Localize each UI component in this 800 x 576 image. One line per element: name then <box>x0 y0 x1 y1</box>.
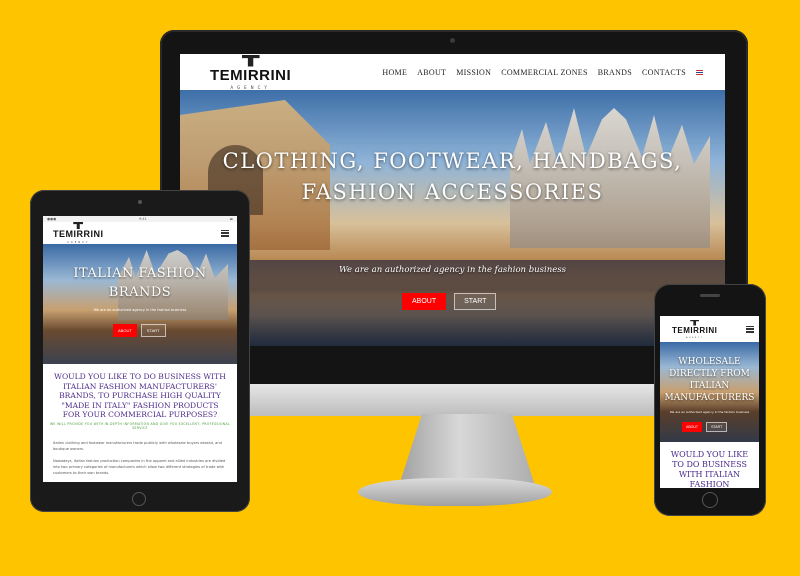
tablet-green-tagline: WE WILL PROVIDE YOU WITH IN-DEPTH INFORM… <box>49 421 231 430</box>
monitor-stand-base <box>358 478 552 506</box>
start-button[interactable]: START <box>706 422 728 432</box>
logo-t-icon <box>73 222 84 229</box>
tablet-screen: ●●● 9:41 ▬ TEMIRRINI AGENCY ITALIAN FASH… <box>43 216 237 482</box>
camera-dot <box>450 38 455 43</box>
phone-device: TEMIRRINI AGENCY WHOLESALE DIRECTLY FROM… <box>654 284 766 516</box>
nav-mission[interactable]: MISSION <box>456 68 491 77</box>
tablet-hero: ITALIAN FASHION BRANDS We are an authori… <box>43 244 237 364</box>
nav-commercial-zones[interactable]: COMMERCIAL ZONES <box>501 68 588 77</box>
site-logo[interactable]: TEMIRRINI AGENCY <box>210 54 292 90</box>
tablet-device: ●●● 9:41 ▬ TEMIRRINI AGENCY ITALIAN FASH… <box>30 190 250 512</box>
tablet-header: TEMIRRINI AGENCY <box>43 222 237 244</box>
phone-question-heading: WOULD YOU LIKE TO DO BUSINESS WITH ITALI… <box>670 450 749 488</box>
nav-brands[interactable]: BRANDS <box>598 68 632 77</box>
about-button[interactable]: ABOUT <box>402 293 447 310</box>
logo-subtitle: AGENCY <box>686 336 704 339</box>
about-button[interactable]: ABOUT <box>113 324 137 337</box>
hamburger-menu-icon[interactable] <box>221 229 229 237</box>
phone-screen: TEMIRRINI AGENCY WHOLESALE DIRECTLY FROM… <box>660 316 759 488</box>
tablet-question-heading: WOULD YOU LIKE TO DO BUSINESS WITH ITALI… <box>54 372 226 419</box>
logo-subtitle: AGENCY <box>230 84 271 90</box>
main-nav: HOME ABOUT MISSION COMMERCIAL ZONES BRAN… <box>382 68 703 77</box>
tablet-hero-buttons: ABOUT START <box>113 324 166 337</box>
about-button[interactable]: ABOUT <box>682 422 703 432</box>
logo-wordmark: TEMIRRINI <box>53 229 104 239</box>
logo-t-icon <box>690 319 700 326</box>
nav-about[interactable]: ABOUT <box>417 68 446 77</box>
body-paragraph: Nowadays, Italian fashion production com… <box>53 458 226 475</box>
phone-hero-title: WHOLESALE DIRECTLY FROM ITALIAN MANUFACT… <box>664 357 755 403</box>
start-button[interactable]: START <box>454 293 497 310</box>
status-time: 9:41 <box>138 217 147 221</box>
wifi-icon: ●●● <box>47 217 57 221</box>
tablet-hero-title: ITALIAN FASHION BRANDS <box>73 266 207 300</box>
hamburger-menu-icon[interactable] <box>746 325 754 333</box>
phone-hero-subtitle: We are an authorized agency in the fashi… <box>669 410 750 414</box>
nav-home[interactable]: HOME <box>382 68 407 77</box>
tablet-home-button <box>132 492 146 506</box>
hero-title: CLOTHING, FOOTWEAR, HANDBAGS, FASHION AC… <box>222 149 683 204</box>
tablet-body-text: Italian clothing and footwear manufactur… <box>43 430 237 476</box>
body-paragraph: Italian clothing and footwear manufactur… <box>53 440 222 451</box>
hero-buttons: ABOUT START <box>402 293 497 310</box>
phone-home-button <box>702 492 718 508</box>
logo-wordmark: TEMIRRINI <box>672 325 718 335</box>
tablet-logo[interactable]: TEMIRRINI AGENCY <box>53 222 104 244</box>
logo-wordmark: TEMIRRINI <box>210 66 292 84</box>
battery-icon: ▬ <box>229 217 233 221</box>
logo-t-icon <box>241 54 260 67</box>
phone-hero-buttons: ABOUT START <box>682 422 728 432</box>
phone-speaker <box>700 294 720 297</box>
phone-hero: WHOLESALE DIRECTLY FROM ITALIAN MANUFACT… <box>660 342 759 442</box>
monitor-stand-neck <box>399 414 535 484</box>
tablet-hero-subtitle: We are an authorized agency in the fashi… <box>93 308 187 312</box>
tablet-camera-dot <box>138 200 142 204</box>
uk-flag-icon[interactable] <box>696 69 703 75</box>
nav-contacts[interactable]: CONTACTS <box>642 68 686 77</box>
phone-logo[interactable]: TEMIRRINI AGENCY <box>672 319 718 339</box>
hero-subtitle: We are an authorized agency in the fashi… <box>339 265 566 275</box>
phone-header: TEMIRRINI AGENCY <box>660 316 759 342</box>
start-button[interactable]: START <box>140 324 166 337</box>
hero-banner: CLOTHING, FOOTWEAR, HANDBAGS, FASHION AC… <box>180 90 725 346</box>
site-header: TEMIRRINI AGENCY HOME ABOUT MISSION COMM… <box>180 54 725 90</box>
desktop-screen: TEMIRRINI AGENCY HOME ABOUT MISSION COMM… <box>180 54 725 346</box>
